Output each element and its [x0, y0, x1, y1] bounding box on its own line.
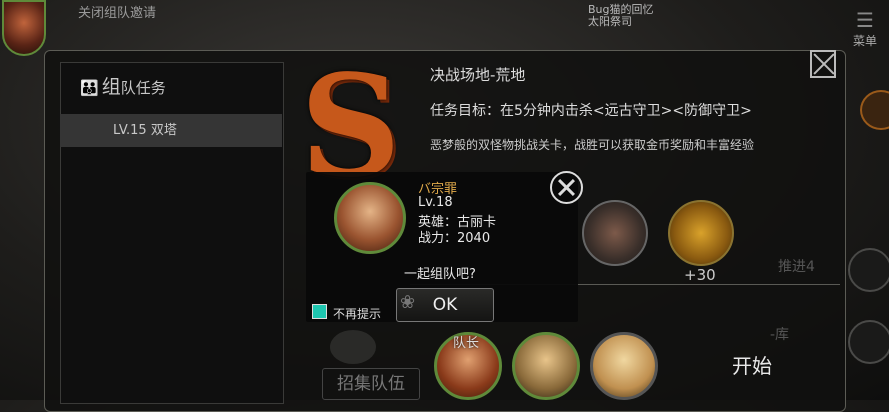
stage-title: 决战场地-荒地 [430, 66, 526, 84]
inviter-level: Lv.18 [418, 195, 453, 210]
header-suffix: 队任务 [120, 79, 166, 97]
inviter-avatar [334, 182, 406, 254]
faded-label: 推进4 [778, 259, 815, 275]
menu-button[interactable]: ☰ 菜单 [846, 8, 884, 54]
disable-team-invite-toggle[interactable]: 关闭组队邀请 [78, 2, 156, 21]
player-title: Bug猫的回忆 太阳祭司 [588, 4, 654, 28]
quest-description: 恶梦般的双怪物挑战关卡，战胜可以获取金币奖励和丰富经验 [430, 138, 755, 152]
leader-label: 队长 [453, 336, 480, 351]
quest-goal: 任务目标：在5分钟内击杀<远古守卫><防御守卫> [430, 103, 752, 119]
header-prefix: 组 [101, 76, 121, 98]
recruit-team-button[interactable]: 招集队伍 [322, 368, 420, 400]
arrow-icon[interactable] [848, 248, 889, 292]
popup-close-icon[interactable] [550, 171, 583, 204]
building-icon[interactable] [848, 320, 889, 364]
player-avatar[interactable] [2, 0, 46, 56]
invite-question: 一起组队吧? [404, 267, 476, 282]
hamburger-icon: ☰ [856, 8, 874, 32]
dont-remind-checkbox[interactable] [312, 304, 327, 319]
start-button[interactable]: 开始 [704, 336, 800, 396]
team-member-slot[interactable] [512, 332, 580, 400]
inviter-power: 战力：2040 [418, 231, 491, 246]
dont-remind-label[interactable]: 不再提示 [333, 305, 381, 322]
team-people-icon: 👪 [80, 79, 99, 97]
reward-gold-count: +30 [684, 266, 716, 284]
team-member-slot[interactable] [590, 332, 658, 400]
quest-list-item[interactable]: LV.15 双塔 [60, 114, 282, 147]
player-class: 太阳祭司 [588, 15, 632, 28]
quest-list-header: 👪 组队任务 [80, 72, 166, 99]
event-icon[interactable] [860, 90, 889, 130]
horn-icon [330, 330, 376, 364]
menu-label: 菜单 [852, 34, 877, 48]
panel-close-button[interactable] [810, 50, 836, 78]
reward-weapon-icon[interactable] [582, 200, 648, 266]
reward-gold-icon[interactable] [668, 200, 734, 266]
swirl-icon: ❀ [400, 292, 416, 313]
